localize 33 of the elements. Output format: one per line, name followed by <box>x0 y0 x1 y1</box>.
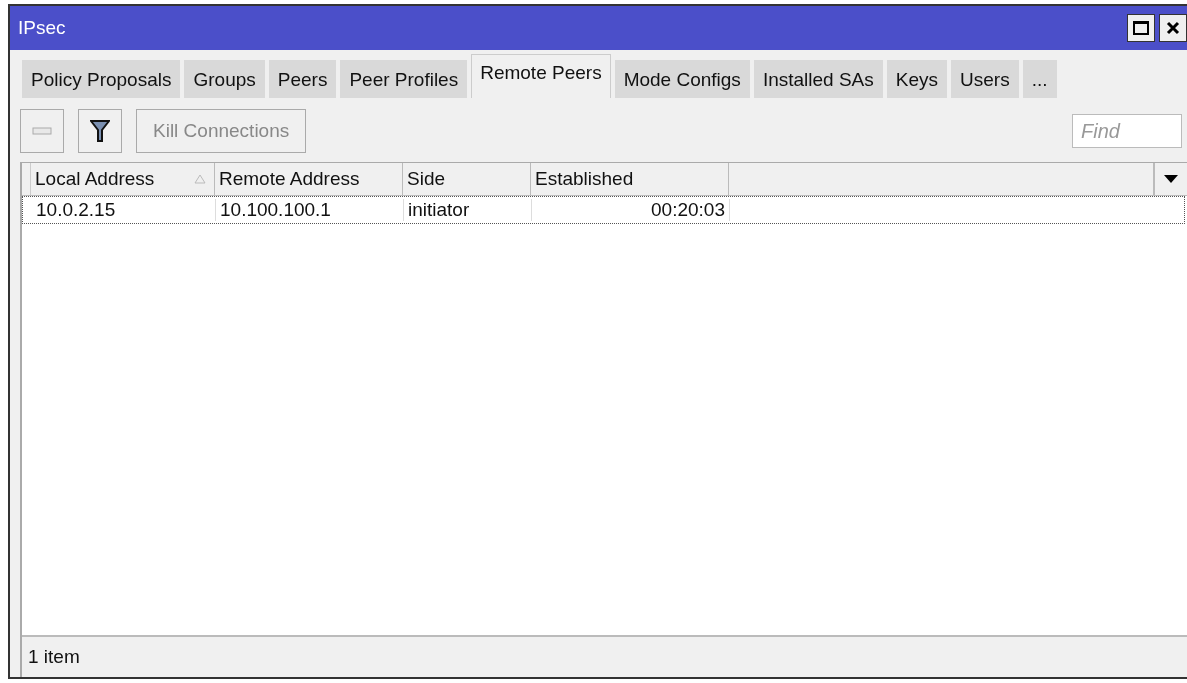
tab[interactable]: Peer Profiles <box>340 60 468 98</box>
tab[interactable]: Remote Peers <box>471 54 611 98</box>
tab[interactable]: Users <box>951 60 1019 98</box>
column-header[interactable]: Local Address <box>31 163 215 195</box>
minus-icon <box>32 127 52 135</box>
column-label: Local Address <box>35 168 156 190</box>
table-cell: 00:20:03 <box>532 199 730 221</box>
find-field[interactable]: Find <box>1072 114 1182 148</box>
tab[interactable]: Keys <box>886 60 948 98</box>
dropdown-arrow-icon <box>1162 174 1179 184</box>
table-cell: 10.0.2.15 <box>32 199 216 221</box>
table-cell: initiator <box>404 199 532 221</box>
tab[interactable]: Mode Configs <box>614 60 750 98</box>
table-cell: 10.100.100.1 <box>216 199 404 221</box>
column-header[interactable]: Side <box>403 163 531 195</box>
column-label: Established <box>535 168 635 190</box>
maximize-button[interactable] <box>1127 14 1155 42</box>
filter-icon <box>90 119 110 143</box>
table-row[interactable]: 10.0.2.15 10.100.100.1 initiator 00:20:03 <box>22 196 1185 224</box>
column-label: Side <box>407 168 447 190</box>
close-button[interactable] <box>1159 14 1187 42</box>
tab[interactable]: Peers <box>268 60 337 98</box>
column-label: Remote Address <box>219 168 361 190</box>
filter-button[interactable] <box>78 109 122 153</box>
column-header[interactable]: Remote Address <box>215 163 403 195</box>
item-count: 1 item <box>28 646 80 668</box>
column-header[interactable]: Established <box>531 163 729 195</box>
tab[interactable]: Installed SAs <box>753 60 883 98</box>
tab[interactable]: Groups <box>184 60 265 98</box>
window-title: IPsec <box>18 17 66 39</box>
close-icon <box>1166 21 1180 35</box>
tab[interactable]: ... <box>1022 60 1057 98</box>
tab[interactable]: Policy Proposals <box>22 60 181 98</box>
